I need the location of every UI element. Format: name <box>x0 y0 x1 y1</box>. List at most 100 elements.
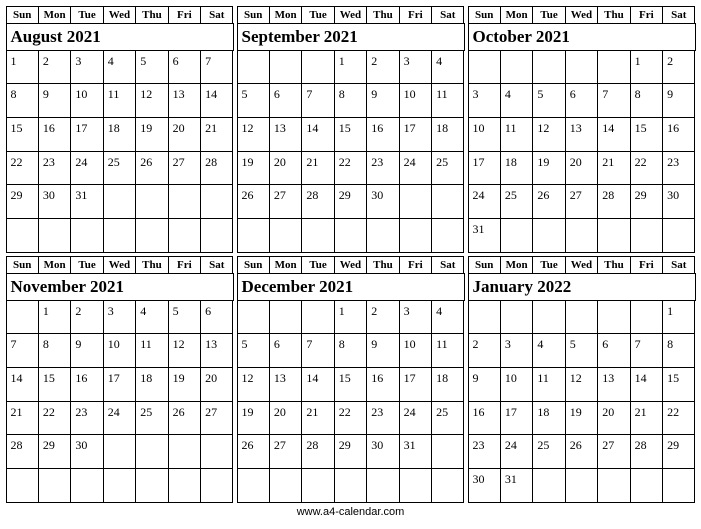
weekday-header-cell: Sat <box>431 6 464 24</box>
day-cell: 18 <box>532 401 565 436</box>
day-cell: 21 <box>301 151 334 186</box>
day-cell: 5 <box>135 50 168 85</box>
day-cell <box>269 50 302 85</box>
day-cell: 7 <box>597 83 630 118</box>
day-cell: 9 <box>38 83 71 118</box>
day-cell: 1 <box>334 300 367 335</box>
day-cell <box>399 218 432 253</box>
day-cell: 9 <box>70 333 103 368</box>
day-cell <box>103 218 136 253</box>
day-cell: 10 <box>103 333 136 368</box>
day-cell: 18 <box>431 117 464 152</box>
day-cell: 16 <box>70 367 103 402</box>
day-cell: 14 <box>200 83 233 118</box>
day-cell: 27 <box>597 434 630 469</box>
day-cell: 16 <box>38 117 71 152</box>
day-cell: 28 <box>301 434 334 469</box>
day-cell: 4 <box>431 50 464 85</box>
day-cell: 4 <box>500 83 533 118</box>
weekday-header-cell: Tue <box>532 256 565 274</box>
day-cell: 29 <box>334 184 367 219</box>
weekday-header-cell: Sat <box>431 256 464 274</box>
day-cell <box>630 300 663 335</box>
day-cell: 17 <box>468 151 501 186</box>
day-cell: 2 <box>38 50 71 85</box>
day-cell: 20 <box>269 401 302 436</box>
day-cell: 25 <box>532 434 565 469</box>
day-cell: 2 <box>366 50 399 85</box>
day-cell: 20 <box>200 367 233 402</box>
day-cell: 6 <box>269 83 302 118</box>
day-cell: 6 <box>597 333 630 368</box>
day-cell: 13 <box>269 117 302 152</box>
day-cell: 24 <box>103 401 136 436</box>
day-cell: 24 <box>399 401 432 436</box>
day-cell: 13 <box>269 367 302 402</box>
weekday-header-row: SunMonTueWedThuFriSat <box>237 6 464 23</box>
day-cell: 16 <box>366 117 399 152</box>
day-cell: 31 <box>468 218 501 253</box>
day-cell: 10 <box>399 83 432 118</box>
day-cell: 17 <box>103 367 136 402</box>
day-cell: 31 <box>399 434 432 469</box>
weekday-header-cell: Mon <box>500 6 533 24</box>
day-cell: 19 <box>237 151 270 186</box>
month-block: SunMonTueWedThuFriSatNovember 2021123456… <box>6 256 233 502</box>
day-cell: 25 <box>500 184 533 219</box>
day-cell: 29 <box>334 434 367 469</box>
day-cell: 1 <box>662 300 695 335</box>
day-cell: 22 <box>38 401 71 436</box>
day-cell: 26 <box>168 401 201 436</box>
day-cell <box>431 184 464 219</box>
weekday-header-cell: Tue <box>301 256 334 274</box>
day-cell: 7 <box>301 83 334 118</box>
day-cell <box>6 300 39 335</box>
day-grid: 1234567891011121314151617181920212223242… <box>6 300 233 502</box>
day-cell <box>334 468 367 503</box>
day-cell: 18 <box>500 151 533 186</box>
day-cell: 9 <box>662 83 695 118</box>
day-cell <box>366 468 399 503</box>
day-cell: 18 <box>431 367 464 402</box>
day-cell: 6 <box>200 300 233 335</box>
day-cell: 8 <box>38 333 71 368</box>
day-cell: 28 <box>301 184 334 219</box>
day-cell: 26 <box>532 184 565 219</box>
day-cell: 17 <box>500 401 533 436</box>
day-cell: 27 <box>269 184 302 219</box>
day-cell <box>500 300 533 335</box>
day-grid: 1234567891011121314151617181920212223242… <box>237 50 464 252</box>
weekday-header-cell: Fri <box>168 256 201 274</box>
day-cell <box>597 218 630 253</box>
day-cell: 22 <box>334 401 367 436</box>
day-cell: 11 <box>103 83 136 118</box>
day-cell: 29 <box>662 434 695 469</box>
day-cell: 12 <box>135 83 168 118</box>
day-cell: 5 <box>237 333 270 368</box>
day-cell <box>135 218 168 253</box>
day-cell: 10 <box>500 367 533 402</box>
day-cell: 12 <box>532 117 565 152</box>
month-block: SunMonTueWedThuFriSatOctober 20211234567… <box>468 6 695 252</box>
day-cell <box>38 218 71 253</box>
day-cell: 22 <box>334 151 367 186</box>
month-title: January 2022 <box>468 273 696 301</box>
day-cell: 6 <box>168 50 201 85</box>
day-cell: 28 <box>597 184 630 219</box>
day-cell: 2 <box>366 300 399 335</box>
day-cell: 4 <box>431 300 464 335</box>
day-cell: 14 <box>301 367 334 402</box>
day-cell <box>103 184 136 219</box>
weekday-header-cell: Wed <box>334 256 367 274</box>
day-cell <box>237 468 270 503</box>
day-cell: 15 <box>38 367 71 402</box>
day-grid: 1234567891011121314151617181920212223242… <box>6 50 233 252</box>
day-cell: 9 <box>468 367 501 402</box>
day-cell <box>597 300 630 335</box>
month-title: September 2021 <box>237 23 465 51</box>
weekday-header-row: SunMonTueWedThuFriSat <box>468 6 695 23</box>
day-cell: 22 <box>6 151 39 186</box>
weekday-header-cell: Tue <box>70 6 103 24</box>
day-cell: 23 <box>662 151 695 186</box>
day-cell: 20 <box>565 151 598 186</box>
